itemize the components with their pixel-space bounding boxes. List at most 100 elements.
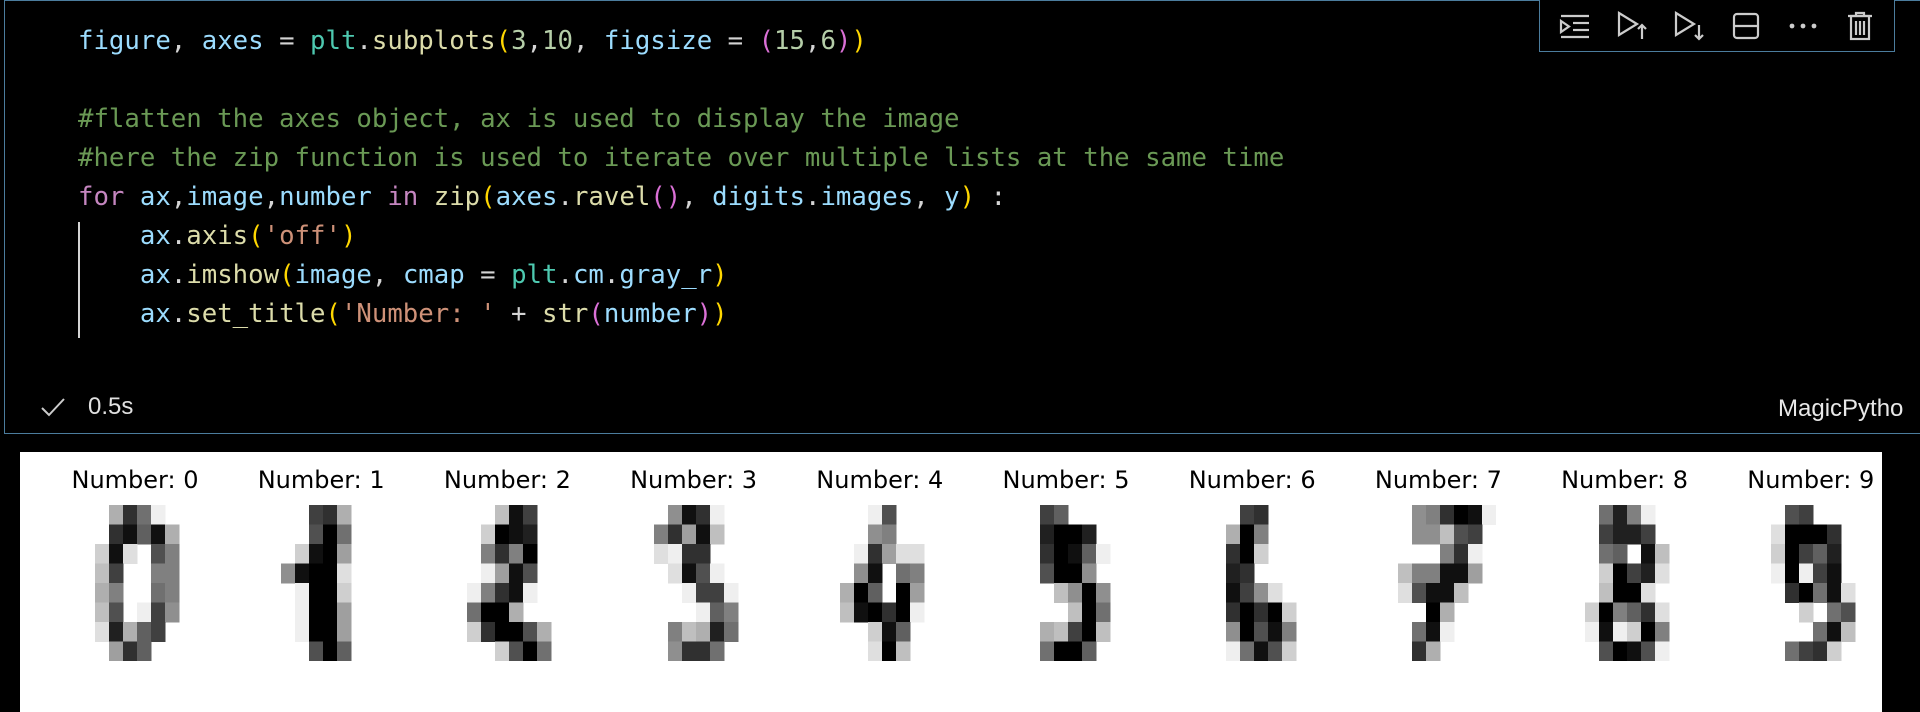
pixel — [495, 544, 510, 564]
check-icon — [41, 398, 65, 417]
pixel — [867, 622, 883, 642]
split-cell-icon — [1732, 12, 1759, 39]
pixel — [695, 524, 710, 545]
pixel — [337, 602, 352, 623]
code-token: axis — [186, 221, 249, 251]
pixel — [1054, 563, 1069, 584]
pixel — [109, 544, 124, 564]
pixel — [1626, 563, 1641, 584]
execute-above-cells-button[interactable] — [1553, 4, 1597, 48]
pixel — [1040, 563, 1055, 584]
code-token: gray_r — [619, 260, 713, 290]
code-token: y — [944, 182, 960, 212]
more-actions-button[interactable] — [1781, 4, 1825, 48]
code-token: = — [464, 260, 512, 290]
pixel — [1598, 641, 1613, 661]
pixel — [151, 505, 166, 525]
pixel — [723, 602, 738, 623]
pixel — [681, 544, 696, 564]
pixel — [1040, 544, 1055, 564]
code-token: , — [371, 260, 403, 290]
pixel — [123, 524, 138, 545]
execute-cell-and-below-button[interactable] — [1610, 4, 1654, 48]
pixel — [509, 583, 524, 603]
cell-language-indicator[interactable]: MagicPytho — [1778, 395, 1903, 423]
pixel — [1826, 524, 1842, 545]
code-token: , — [263, 182, 280, 212]
code-token: plt — [310, 26, 357, 56]
subplot-title: Number: 9 — [1747, 466, 1875, 494]
pixel — [123, 505, 138, 525]
pixel — [109, 602, 124, 623]
pixel — [853, 563, 869, 584]
pixel — [1584, 602, 1599, 623]
pixel — [1254, 505, 1269, 525]
pixel — [853, 602, 869, 623]
pixel — [523, 622, 538, 642]
pixel — [1040, 505, 1055, 525]
pixel — [1812, 544, 1828, 564]
code-token: str — [542, 299, 589, 329]
pixel — [723, 622, 738, 642]
digit-subplot: Number: 4 — [790, 452, 970, 692]
pixel — [667, 622, 682, 642]
pixel — [1240, 641, 1255, 661]
pixel — [1068, 602, 1083, 623]
pixel — [1068, 524, 1083, 545]
pixel — [295, 622, 310, 642]
pixel — [109, 622, 124, 642]
pixel — [1226, 641, 1241, 661]
code-token: number — [603, 299, 697, 329]
code-token: , — [170, 26, 202, 56]
code-token: digits — [712, 182, 805, 212]
pixel — [909, 544, 925, 564]
digit-subplot: Number: 9 — [1721, 452, 1901, 692]
pixel — [1054, 583, 1069, 603]
pixel — [881, 544, 897, 564]
pixel — [1798, 544, 1814, 564]
pixel — [137, 641, 152, 661]
pixel — [1240, 583, 1255, 603]
pixel — [509, 524, 524, 545]
pixel — [1226, 622, 1241, 642]
pixel — [495, 622, 510, 642]
code-token: ( — [248, 221, 264, 251]
subplot-title: Number: 7 — [1374, 466, 1502, 494]
pixel — [137, 505, 152, 525]
pixel — [495, 563, 510, 584]
pixel — [695, 583, 710, 603]
code-token: ax — [139, 260, 171, 290]
delete-cell-button[interactable] — [1838, 4, 1882, 48]
execute-cell-button[interactable] — [1667, 4, 1711, 48]
code-token: , — [913, 182, 945, 212]
pixel — [281, 563, 296, 584]
code-editor[interactable]: figure, axes = plt.subplots(3,10, figsiz… — [78, 22, 1284, 334]
code-token: 3 — [511, 26, 527, 56]
pixel — [1626, 641, 1641, 661]
pixel — [1626, 583, 1641, 603]
pixel — [1640, 505, 1655, 525]
pixel — [1268, 583, 1283, 603]
pixel — [137, 602, 152, 623]
pixel — [481, 524, 496, 545]
pixel — [1398, 583, 1413, 603]
pixel — [109, 563, 124, 584]
pixel — [323, 524, 338, 545]
cell-toolbar — [1539, 0, 1895, 52]
pixel — [323, 544, 338, 564]
pixel — [1784, 563, 1800, 584]
pixel — [323, 622, 338, 642]
pixel — [853, 583, 869, 603]
pixel — [1082, 583, 1097, 603]
split-cell-button[interactable] — [1724, 4, 1768, 48]
code-token: . — [170, 299, 187, 329]
digit-subplot: Number: 5 — [976, 452, 1156, 692]
pixel — [165, 602, 180, 623]
pixel — [1468, 544, 1483, 564]
pixel — [881, 524, 897, 545]
code-token: () — [650, 182, 682, 212]
pixel — [1440, 583, 1455, 603]
pixel — [723, 583, 738, 603]
pixel — [337, 544, 352, 564]
pixel — [309, 622, 324, 642]
